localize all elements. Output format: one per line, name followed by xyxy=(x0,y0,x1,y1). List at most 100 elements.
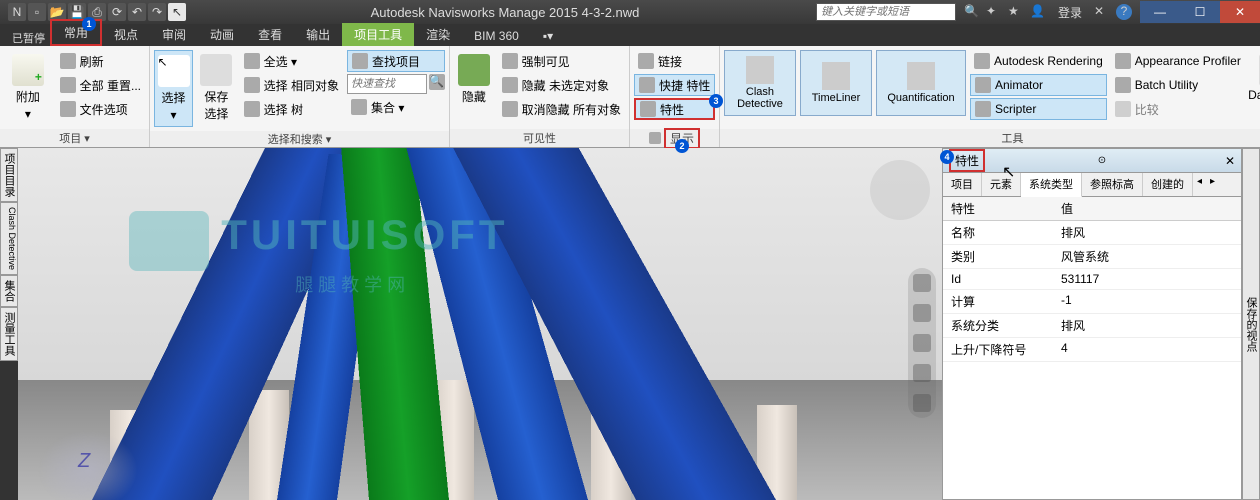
compass[interactable]: Z xyxy=(38,430,138,500)
hide-button[interactable]: 隐藏 xyxy=(454,50,494,109)
redo-icon[interactable]: ↷ xyxy=(148,3,166,21)
sets-button[interactable]: 集合 ▾ xyxy=(347,96,445,118)
prop-tab-reflevel[interactable]: 参照标高 xyxy=(1082,173,1143,196)
tab-item-tools[interactable]: 项目工具 xyxy=(342,23,414,46)
clash-detective-button[interactable]: Clash Detective xyxy=(724,50,796,116)
select-all-button[interactable]: 全选 ▾ xyxy=(240,50,343,72)
unhide-all-button[interactable]: 取消隐藏 所有对象 xyxy=(498,98,625,120)
nav-zoom-icon[interactable] xyxy=(913,334,931,352)
appearance-profiler-button[interactable]: Appearance Profiler xyxy=(1111,50,1245,72)
title-utility-icons: 🔍 ✦ ★ 👤 登录 ✕ ? xyxy=(956,4,1140,21)
hide-unselected-button[interactable]: 隐藏 未选定对象 xyxy=(498,74,625,96)
login-button[interactable]: 登录 xyxy=(1052,4,1088,21)
attach-label: 附加 xyxy=(16,88,40,105)
timeliner-button[interactable]: TimeLiner xyxy=(800,50,872,116)
find-items-button[interactable]: 查找项目 xyxy=(347,50,445,72)
tab-review[interactable]: 审阅 xyxy=(150,23,198,46)
force-visible-button[interactable]: 强制可见 xyxy=(498,50,625,72)
save-selection-button[interactable]: 保存 选择 xyxy=(197,50,236,126)
file-options-button[interactable]: 文件选项 xyxy=(56,98,145,120)
dock-tab-clash[interactable]: Clash Detective xyxy=(0,202,18,275)
quantification-button[interactable]: Quantification xyxy=(876,50,966,116)
navigation-bar xyxy=(908,268,936,418)
selection-tree-button[interactable]: 选择 树 xyxy=(240,98,343,120)
select-cursor-icon[interactable]: ↖ xyxy=(168,3,186,21)
compare-icon xyxy=(1115,101,1131,117)
select-button[interactable]: ↖ 选择▾ xyxy=(154,50,193,127)
properties-tabs: 项目 元素 系统类型 参照标高 创建的 ◂ ▸ xyxy=(943,173,1241,197)
dock-tab-sets[interactable]: 集合 xyxy=(0,275,18,307)
tab-animation[interactable]: 动画 xyxy=(198,23,246,46)
save-selection-icon xyxy=(200,54,232,86)
refresh-icon[interactable]: ⟳ xyxy=(108,3,126,21)
table-row[interactable]: 计算-1 xyxy=(943,290,1241,314)
new-icon[interactable]: ▫ xyxy=(28,3,46,21)
tab-viewpoint[interactable]: 视点 xyxy=(102,23,150,46)
properties-button[interactable]: 特性 xyxy=(634,98,715,120)
nav-wheel-icon[interactable] xyxy=(913,274,931,292)
refresh-icon xyxy=(60,53,76,69)
tab-output[interactable]: 输出 xyxy=(294,23,342,46)
properties-header[interactable]: 特性 ⊙ ✕ xyxy=(943,149,1241,173)
links-button[interactable]: 链接 xyxy=(634,50,715,72)
nav-pan-icon[interactable] xyxy=(913,304,931,322)
panel-select-search: ↖ 选择▾ 保存 选择 全选 ▾ 选择 相同对象 选择 树 查找项目 🔍 集合 … xyxy=(150,46,450,147)
tab-extra-icon[interactable]: ▪▾ xyxy=(531,26,565,46)
scripter-button[interactable]: Scripter xyxy=(970,98,1107,120)
app-menu-icon[interactable]: N xyxy=(8,3,26,21)
col-property: 特性 xyxy=(943,197,1053,220)
maximize-button[interactable]: ☐ xyxy=(1180,1,1220,23)
nav-look-icon[interactable] xyxy=(913,394,931,412)
select-same-button[interactable]: 选择 相同对象 xyxy=(240,74,343,96)
util-icon[interactable]: ✦ xyxy=(986,4,1002,20)
table-row[interactable]: 上升/下降符号4 xyxy=(943,338,1241,362)
reset-all-button[interactable]: 全部 重置... xyxy=(56,74,145,96)
table-row[interactable]: 类别风管系统 xyxy=(943,245,1241,269)
pin-icon[interactable]: ⊙ xyxy=(1098,155,1106,166)
animator-button[interactable]: Animator xyxy=(970,74,1107,96)
quick-props-icon xyxy=(639,77,655,93)
table-row[interactable]: Id531117 xyxy=(943,269,1241,290)
search-input[interactable] xyxy=(816,3,956,21)
binoculars-icon[interactable]: 🔍 xyxy=(964,4,980,20)
user-icon[interactable]: 👤 xyxy=(1030,4,1046,20)
close-button[interactable]: ✕ xyxy=(1220,1,1260,23)
prop-tab-systemtype[interactable]: 系统类型 xyxy=(1021,173,1082,197)
dock-tab-measure[interactable]: 测量工具 xyxy=(0,307,18,361)
search-icon[interactable]: 🔍 xyxy=(429,74,445,90)
refresh-button[interactable]: 刷新 xyxy=(56,50,145,72)
quick-find-input[interactable] xyxy=(347,74,427,94)
select-all-icon xyxy=(244,53,260,69)
panel-close-icon[interactable]: ✕ xyxy=(1225,154,1235,168)
panel-tools-title: 工具 xyxy=(720,129,1260,147)
table-row[interactable]: 系统分类排风 xyxy=(943,314,1241,338)
tab-render[interactable]: 渲染 xyxy=(414,23,462,46)
dock-tab-project-tree[interactable]: 项目目录 xyxy=(0,148,18,202)
nav-orbit-icon[interactable] xyxy=(913,364,931,382)
help-icon[interactable]: ? xyxy=(1116,4,1132,20)
link-icon xyxy=(638,53,654,69)
tab-scroll-left-icon[interactable]: ◂ xyxy=(1193,173,1206,196)
batch-utility-button[interactable]: Batch Utility xyxy=(1111,74,1245,96)
tab-view[interactable]: 查看 xyxy=(246,23,294,46)
cursor-select-icon: ↖ xyxy=(158,55,190,87)
exchange-icon[interactable]: ✕ xyxy=(1094,4,1110,20)
autodesk-rendering-button[interactable]: Autodesk Rendering xyxy=(970,50,1107,72)
view-cube[interactable] xyxy=(870,160,930,220)
tab-scroll-right-icon[interactable]: ▸ xyxy=(1206,173,1219,196)
tab-bim360[interactable]: BIM 360 xyxy=(462,26,531,46)
compare-button[interactable]: 比较 xyxy=(1111,98,1245,120)
prop-tab-item[interactable]: 项目 xyxy=(943,173,982,196)
prop-tab-created[interactable]: 创建的 xyxy=(1143,173,1193,196)
dock-tab-saved-viewpoints[interactable]: 保存的视点 xyxy=(1242,148,1260,500)
table-row[interactable]: 名称排风 xyxy=(943,221,1241,245)
util-icon-2[interactable]: ★ xyxy=(1008,4,1024,20)
attach-icon: + xyxy=(12,54,44,86)
datatools-button[interactable]: DataTools xyxy=(1249,50,1260,106)
quick-properties-button[interactable]: 快捷 特性 xyxy=(634,74,715,96)
minimize-button[interactable]: — xyxy=(1140,1,1180,23)
sets-icon xyxy=(351,99,367,115)
undo-icon[interactable]: ↶ xyxy=(128,3,146,21)
attach-button[interactable]: + 附加 ▾ xyxy=(4,50,52,125)
viewport-3d[interactable]: TUITUISOFT 腿腿教学网 Z xyxy=(18,148,942,500)
